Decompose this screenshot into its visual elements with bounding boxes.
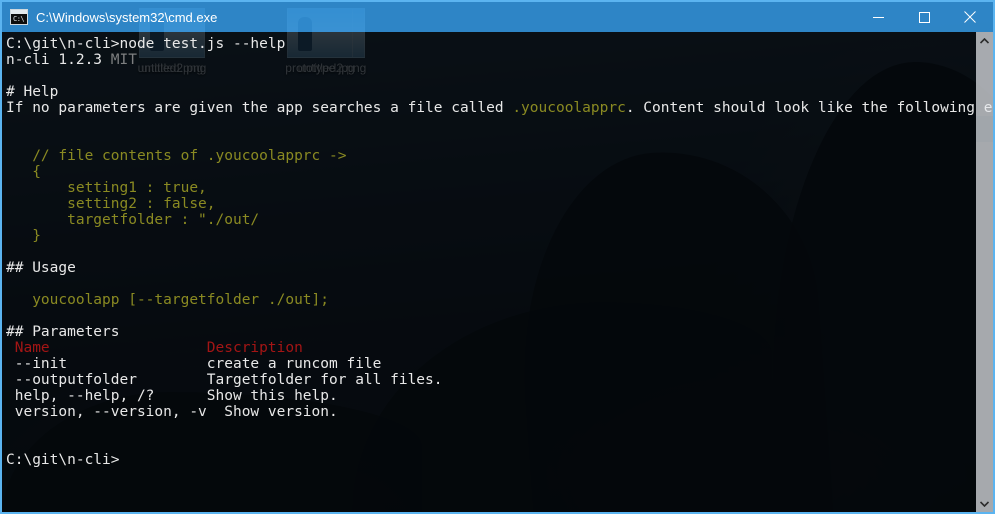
console-line: --outputfolder Targetfolder for all file… <box>6 372 993 388</box>
console-line: setting1 : true, <box>6 180 993 196</box>
console-text-run: } <box>6 228 41 244</box>
console-output-area[interactable]: C:\git\n-cli>node test.js --help n-cli 1.… <box>2 32 993 512</box>
console-line: If no parameters are given the app searc… <box>6 100 993 116</box>
console-text-run: setting2 : false, <box>6 196 216 212</box>
console-line: # Help <box>6 84 993 100</box>
icon-titlebar-stripe <box>11 10 27 14</box>
console-text-run: // file contents of .youcoolapprc -> <box>6 148 347 164</box>
console-text: C:\git\n-cli>node test.js --help n-cli 1.… <box>2 32 993 468</box>
icon-prompt-glyph: C:\ <box>13 15 25 23</box>
cmd-console-icon: C:\ <box>10 9 28 25</box>
console-text-run: --init create a runcom file <box>6 356 382 372</box>
minimize-button[interactable] <box>855 2 901 32</box>
console-text-run: # Help <box>6 84 59 100</box>
console-text-run: ## Parameters <box>6 324 120 340</box>
maximize-button[interactable] <box>901 2 947 32</box>
console-text-run: C:\git\n-cli> <box>6 452 120 468</box>
console-text-run: ## Usage <box>6 260 76 276</box>
console-line: C:\git\n-cli> <box>6 452 993 468</box>
title-bar[interactable]: C:\ C:\Windows\system32\cmd.exe <box>2 2 993 32</box>
scrollbar-track[interactable] <box>976 49 993 495</box>
scroll-down-icon[interactable] <box>976 495 993 512</box>
console-text-run: If no parameters are given the app searc… <box>6 100 513 116</box>
console-text-run: . Content should look like the following… <box>625 100 993 116</box>
console-line: targetfolder : "./out/ <box>6 212 993 228</box>
console-line: setting2 : false, <box>6 196 993 212</box>
console-text-run: n-cli 1.2.3 <box>6 52 111 68</box>
console-line: { <box>6 164 993 180</box>
cmd-window: untitled.png untitled2.png untitled2.png… <box>0 0 995 514</box>
console-line: Name Description <box>6 340 993 356</box>
console-line: --init create a runcom file <box>6 356 993 372</box>
scroll-up-icon[interactable] <box>976 32 993 49</box>
console-text-run: targetfolder : "./out/ <box>6 212 260 228</box>
console-line: version, --version, -v Show version. <box>6 404 993 420</box>
console-text-run: setting1 : true, <box>6 180 207 196</box>
console-line: n-cli 1.2.3 MIT <box>6 52 993 68</box>
console-text-run: MIT <box>110 52 137 68</box>
console-line: } <box>6 228 993 244</box>
console-text-run: version, --version, -v Show version. <box>6 404 338 420</box>
console-text-run: .youcoolapprc <box>512 100 626 116</box>
window-title: C:\Windows\system32\cmd.exe <box>36 9 218 25</box>
console-text-run: --outputfolder Targetfolder for all file… <box>6 372 443 388</box>
console-line: youcoolapp [--targetfolder ./out]; <box>6 292 993 308</box>
console-text-run: { <box>6 164 41 180</box>
console-text-run: youcoolapp [--targetfolder ./out]; <box>6 292 330 308</box>
console-text-run: C:\git\n-cli>node test.js --help <box>6 36 286 52</box>
console-line: help, --help, /? Show this help. <box>6 388 993 404</box>
scrollbar-thumb[interactable] <box>976 116 993 142</box>
vertical-scrollbar[interactable] <box>976 32 993 512</box>
console-line: C:\git\n-cli>node test.js --help <box>6 36 993 52</box>
close-button[interactable] <box>947 2 993 32</box>
console-line: ## Parameters <box>6 324 993 340</box>
console-line: ## Usage <box>6 260 993 276</box>
console-text-run: Name Description <box>6 340 303 356</box>
console-text-run: help, --help, /? Show this help. <box>6 388 338 404</box>
console-line: // file contents of .youcoolapprc -> <box>6 148 993 164</box>
